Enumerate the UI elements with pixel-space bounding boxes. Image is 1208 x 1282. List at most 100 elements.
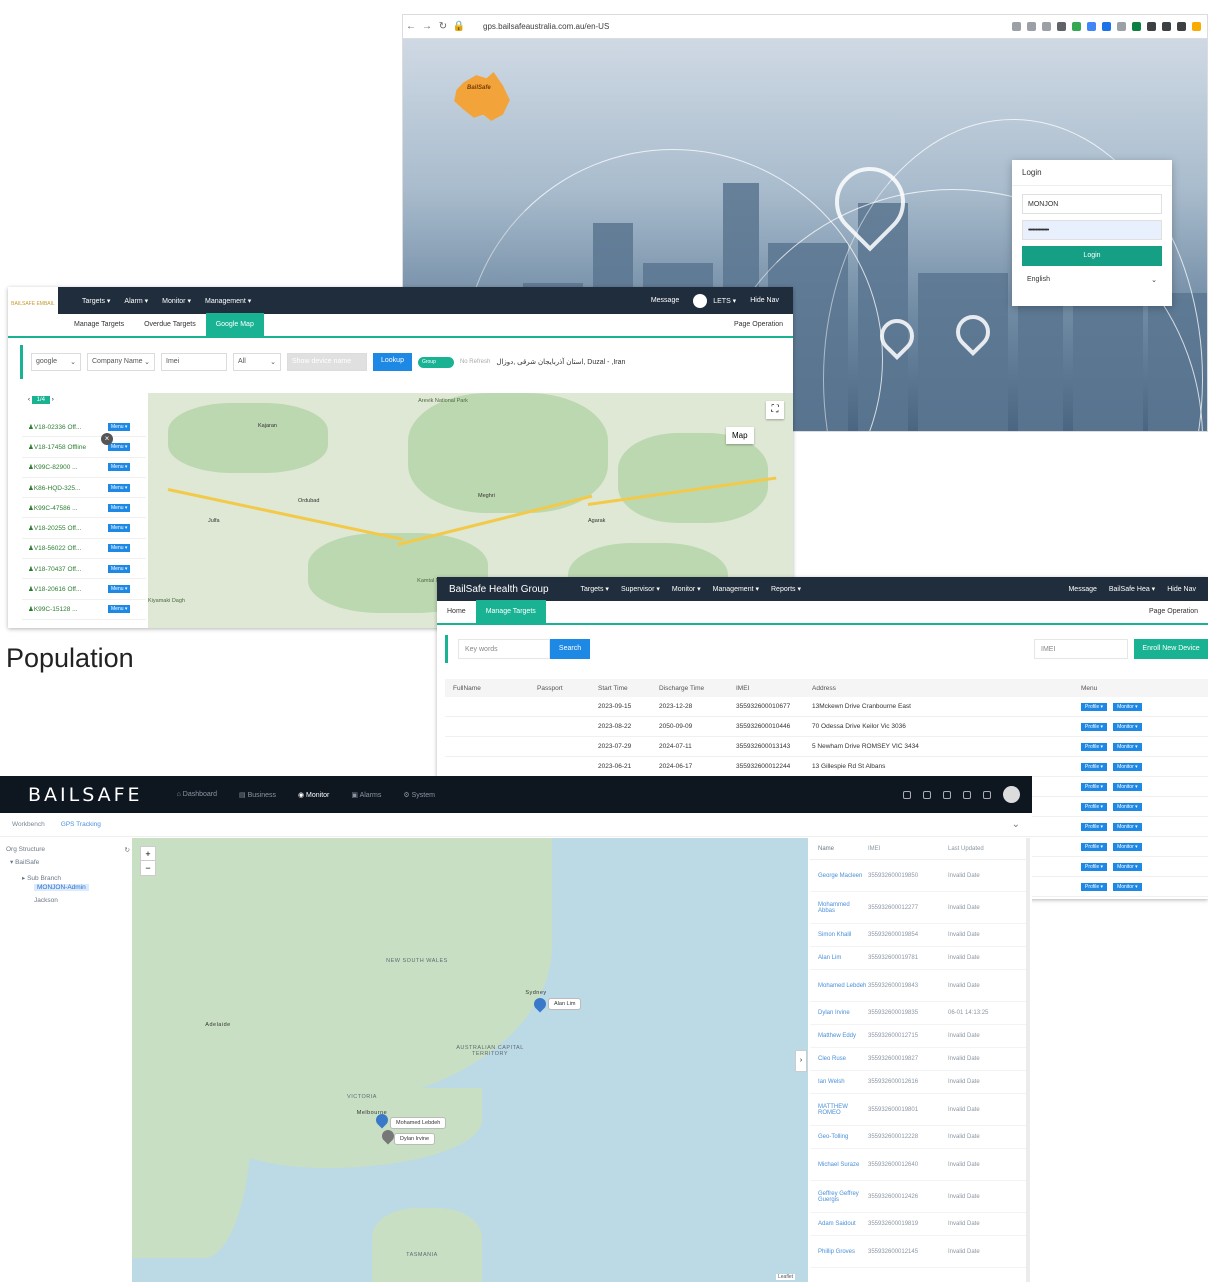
extension-blue-icon[interactable] <box>1087 22 1096 31</box>
target-name[interactable]: ♟K99C-15128 ... <box>22 605 104 613</box>
col-discharge-time[interactable]: Discharge Time <box>659 685 736 692</box>
table-row[interactable]: 2023-08-22 2050-09-09 355932600010446 70 Od… <box>445 717 1208 737</box>
list-item[interactable]: ♟V18-20255 Off... Menu ▾ <box>22 518 146 539</box>
list-item[interactable]: Matthew Eddy 355932600012715 Invalid Date <box>810 1025 1026 1048</box>
target-name-link[interactable]: Alan Lim <box>810 955 868 961</box>
lookup-button[interactable]: Lookup <box>373 353 412 371</box>
tree-node-jackson[interactable]: Jackson <box>6 894 130 906</box>
nav-monitor[interactable]: Monitor ▾ <box>672 585 701 593</box>
group-toggle[interactable]: Group <box>417 356 454 368</box>
target-name-link[interactable]: MATTHEW ROMEO <box>810 1104 868 1116</box>
page-indicator[interactable]: 1/4 <box>31 396 51 404</box>
target-menu-button[interactable]: Menu ▾ <box>108 605 131 614</box>
target-name-link[interactable]: Geo-Tolling <box>810 1134 868 1140</box>
list-scrollbar[interactable] <box>1026 838 1030 1282</box>
window-icon[interactable] <box>1177 22 1186 31</box>
tab-home[interactable]: Home <box>437 600 476 624</box>
tab-gps-tracking[interactable]: GPS Tracking <box>61 821 101 828</box>
list-item[interactable]: ♟K99C-47586 ... Menu ▾ <box>22 498 146 519</box>
profile-icon[interactable] <box>1192 22 1201 31</box>
tab-manage-targets[interactable]: Manage Targets <box>64 313 134 337</box>
search-button[interactable]: Search <box>550 639 590 659</box>
profile-button[interactable]: Profile ▾ <box>1081 862 1108 871</box>
user-menu[interactable]: LETS ▾ <box>713 297 736 305</box>
monitor-button[interactable]: Monitor ▾ <box>1113 722 1142 731</box>
list-item[interactable]: Geo-Tolling 355932600012228 Invalid Date <box>810 1126 1026 1149</box>
target-menu-button[interactable]: Menu ▾ <box>108 503 131 512</box>
table-row[interactable]: 2023-07-29 2024-07-11 355932600013143 5 New… <box>445 737 1208 757</box>
monitor-button[interactable]: Monitor ▾ <box>1113 802 1142 811</box>
list-item[interactable]: ♟V18-20616 Off... Menu ▾ <box>22 579 146 600</box>
company-select[interactable]: Company Name ⌄ <box>87 353 155 371</box>
search-icon[interactable] <box>903 790 911 799</box>
list-item[interactable]: Ian Welsh 355932600012616 Invalid Date <box>810 1071 1026 1094</box>
target-menu-button[interactable]: Menu ▾ <box>108 564 131 573</box>
zoom-in-icon[interactable]: + <box>141 847 155 861</box>
marker-label[interactable]: Alan Lim <box>548 998 582 1010</box>
fullscreen-icon[interactable]: ⛶ <box>766 401 784 419</box>
list-item[interactable]: Mohamed Lebdeh 355932600019843 Invalid Dat… <box>810 970 1026 1002</box>
profile-button[interactable]: Profile ▾ <box>1081 702 1108 711</box>
col-fullname[interactable]: FullName <box>445 685 537 692</box>
list-item[interactable]: ♟K99C-82900 ... Menu ▾ <box>22 458 146 478</box>
list-item[interactable]: ♟V18-02336 Off... Menu ▾ <box>22 417 146 438</box>
list-item[interactable]: Alan Lim 355932600019781 Invalid Date <box>810 947 1026 970</box>
target-menu-button[interactable]: Menu ▾ <box>108 442 131 451</box>
target-name-link[interactable]: Adam Saidout <box>810 1221 868 1227</box>
nav-alarm[interactable]: Alarm ▾ <box>124 297 148 305</box>
language-select[interactable]: English ⌄ <box>1022 272 1162 288</box>
profile-button[interactable]: Profile ▾ <box>1081 782 1108 791</box>
tree-node-monjon-admin[interactable]: MONJON-Admin <box>6 882 130 894</box>
download-icon[interactable] <box>1162 22 1171 31</box>
enroll-device-button[interactable]: Enroll New Device <box>1134 639 1208 659</box>
nav-reports[interactable]: Reports ▾ <box>771 585 801 593</box>
refresh-radio[interactable]: No Refresh <box>460 359 490 365</box>
list-item[interactable]: Phillip Groves 355932600012145 Invalid Dat… <box>810 1236 1026 1268</box>
nav-supervisor[interactable]: Supervisor ▾ <box>621 585 660 593</box>
collapse-panel-button[interactable]: › <box>795 1050 807 1072</box>
tab-google-map[interactable]: Google Map <box>205 313 264 337</box>
message-link[interactable]: Message <box>651 297 679 304</box>
map-provider-select[interactable]: google ⌄ <box>31 353 81 371</box>
reload-icon[interactable]: ↻ <box>435 21 451 32</box>
nav-management[interactable]: Management ▾ <box>713 585 759 593</box>
marker-label[interactable]: Mohamed Lebdeh <box>390 1117 447 1129</box>
nav-monitor[interactable]: Monitor ▾ <box>162 297 191 305</box>
list-item[interactable]: Geffrey Geffrey Guergis 355932600012426 In… <box>810 1181 1026 1213</box>
username-field[interactable]: MONJON <box>1022 194 1162 214</box>
extension-gear-icon[interactable] <box>1102 22 1111 31</box>
profile-button[interactable]: Profile ▾ <box>1081 822 1108 831</box>
target-name[interactable]: ♟K99C-82900 ... <box>22 463 104 471</box>
tab-manage-targets[interactable]: Manage Targets <box>475 600 546 624</box>
list-item[interactable]: Mohammed Abbas 355932600012277 Invalid Dat… <box>810 892 1026 924</box>
nav-system[interactable]: ⚙ System <box>403 791 435 799</box>
mic-icon[interactable] <box>1057 22 1066 31</box>
profile-button[interactable]: Profile ▾ <box>1081 762 1108 771</box>
user-menu[interactable]: BailSafe Hea ▾ <box>1109 585 1155 593</box>
share-icon[interactable] <box>1027 22 1036 31</box>
profile-button[interactable]: Profile ▾ <box>1081 802 1108 811</box>
target-name[interactable]: ♟K99C-47586 ... <box>22 504 104 512</box>
list-item[interactable]: Cleo Ruse 355932600019827 Invalid Date <box>810 1048 1026 1071</box>
list-item[interactable]: MATTHEW ROMEO 355932600019801 Invalid Date <box>810 1094 1026 1126</box>
avatar[interactable] <box>693 293 708 308</box>
tree-node-bailsafe[interactable]: ▾ BailSafe <box>6 858 130 870</box>
target-name[interactable]: ♟K86-HQD-325... <box>22 484 104 492</box>
target-name-link[interactable]: Michael Suraze <box>810 1162 868 1168</box>
tracking-map[interactable]: + − NEW SOUTH WALES AUSTRALIAN CAPITAL T… <box>132 838 808 1282</box>
list-item[interactable]: ♟K99C-15128 ... Menu ▾ <box>22 600 146 620</box>
target-name-link[interactable]: Phillip Groves <box>810 1249 868 1255</box>
imei-input[interactable]: Imei <box>161 353 227 371</box>
chevron-down-icon[interactable]: ⌄ <box>1012 819 1020 830</box>
map-type-button[interactable]: Map <box>726 427 754 444</box>
col-imei[interactable]: IMEI <box>736 685 812 692</box>
target-name[interactable]: ♟V18-70437 Off... <box>22 565 104 573</box>
target-name-link[interactable]: Geffrey Geffrey Guergis <box>810 1191 868 1203</box>
extension-green-icon[interactable] <box>1072 22 1081 31</box>
profile-button[interactable]: Profile ▾ <box>1081 882 1108 891</box>
monitor-button[interactable]: Monitor ▾ <box>1113 742 1142 751</box>
nav-alarms[interactable]: ▣ Alarms <box>351 791 381 799</box>
star-icon[interactable] <box>1042 22 1051 31</box>
imei-input[interactable]: IMEI <box>1034 639 1128 659</box>
tab-overdue-targets[interactable]: Overdue Targets <box>134 313 206 337</box>
